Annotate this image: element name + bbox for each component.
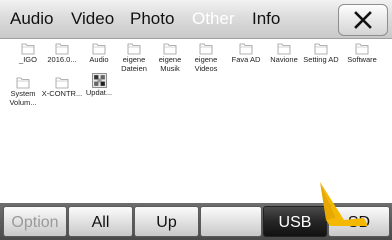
media-tab-bar: Audio Video Photo Other Info <box>0 0 392 39</box>
up-button[interactable]: Up <box>134 206 199 237</box>
folder-icon <box>199 43 213 55</box>
tab-info[interactable]: Info <box>252 9 280 29</box>
pointer-cursor-icon <box>320 182 368 226</box>
close-button[interactable] <box>338 4 388 36</box>
file-browser-screen: Audio Video Photo Other Info _IGO 2016.0… <box>0 0 392 240</box>
folder-icon <box>127 43 141 55</box>
folder-icon <box>355 43 369 55</box>
file-item-update[interactable]: Updat... <box>77 73 121 98</box>
executable-icon <box>91 73 107 88</box>
folder-icon <box>314 43 328 55</box>
folder-icon <box>55 43 69 55</box>
tab-photo[interactable]: Photo <box>130 9 174 29</box>
file-label: eigene Videos <box>194 55 218 73</box>
option-button[interactable]: Option <box>3 206 67 237</box>
file-item-system-volume[interactable]: System Volum... <box>1 76 45 107</box>
folder-icon <box>163 43 177 55</box>
tab-video[interactable]: Video <box>71 9 114 29</box>
folder-icon <box>21 43 35 55</box>
folder-icon <box>277 43 291 55</box>
blank-button[interactable] <box>200 206 262 237</box>
file-label: Setting AD <box>303 55 339 64</box>
file-item-setting-ad[interactable]: Setting AD <box>299 42 343 65</box>
file-label: Software <box>347 55 377 64</box>
folder-icon <box>55 77 69 89</box>
file-grid: _IGO 2016.0... Audio eigene Dateien eige… <box>0 39 392 202</box>
file-item-software[interactable]: Software <box>340 42 384 65</box>
file-label: Updat... <box>85 88 113 97</box>
file-item-eigene-videos[interactable]: eigene Videos <box>184 42 228 73</box>
close-icon <box>354 11 372 29</box>
file-label: System Volum... <box>9 89 37 107</box>
tab-audio[interactable]: Audio <box>10 9 53 29</box>
tab-other[interactable]: Other <box>192 9 235 29</box>
folder-icon <box>239 43 253 55</box>
folder-icon <box>92 43 106 55</box>
folder-icon <box>16 77 30 89</box>
all-button[interactable]: All <box>68 206 133 237</box>
